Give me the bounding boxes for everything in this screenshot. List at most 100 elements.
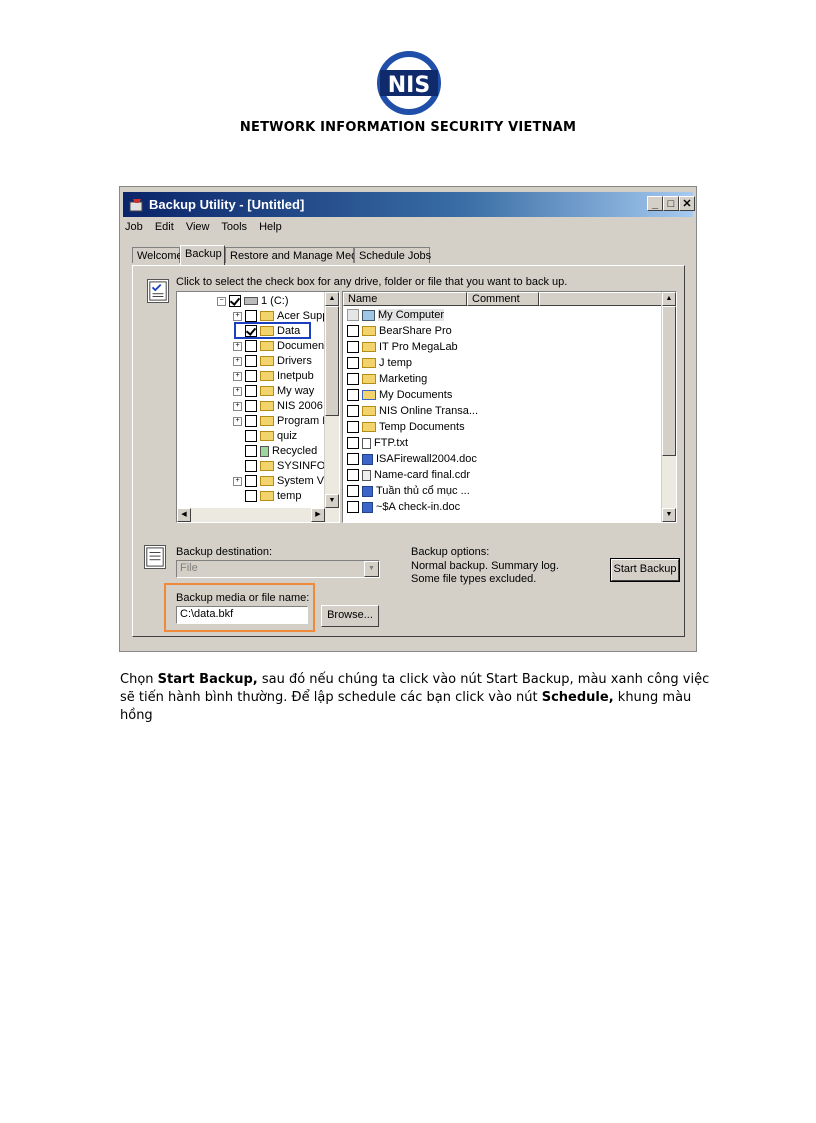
checkbox-icon[interactable] xyxy=(245,490,257,503)
browse-button[interactable]: Browse... xyxy=(321,605,379,627)
checkbox-icon[interactable] xyxy=(245,430,257,443)
expand-icon[interactable]: + xyxy=(233,356,242,366)
scroll-down-icon[interactable]: ▼ xyxy=(662,508,676,522)
list-item-label: J temp xyxy=(379,357,413,369)
expand-icon[interactable]: + xyxy=(233,371,242,381)
column-comment[interactable]: Comment xyxy=(467,292,539,306)
file-list[interactable]: Name Comment My Computer BearShare Pro I… xyxy=(342,291,677,523)
expand-icon[interactable]: + xyxy=(233,311,242,321)
backup-media-input[interactable]: C:\data.bkf xyxy=(176,606,308,624)
tree-item[interactable]: + Inetpub xyxy=(233,369,314,383)
title-bar: Backup Utility - [Untitled] _ □ ✕ xyxy=(123,192,695,217)
list-item[interactable]: IT Pro MegaLab xyxy=(347,340,458,354)
list-item[interactable]: Name-card final.cdr xyxy=(347,468,470,482)
tree-item[interactable]: +temp xyxy=(233,489,301,503)
tree-item[interactable]: + Drivers xyxy=(233,354,312,368)
scroll-up-icon[interactable]: ▲ xyxy=(662,292,676,306)
checkbox-icon[interactable] xyxy=(245,385,257,398)
collapse-icon[interactable]: − xyxy=(217,296,226,306)
menu-tools[interactable]: Tools xyxy=(221,221,247,233)
checkbox-icon[interactable] xyxy=(245,445,257,458)
checkbox-icon[interactable] xyxy=(245,475,257,488)
checkbox-icon[interactable] xyxy=(347,357,359,370)
close-button[interactable]: ✕ xyxy=(679,196,695,211)
expand-icon[interactable]: + xyxy=(233,386,242,396)
expand-icon[interactable]: + xyxy=(233,401,242,411)
scroll-thumb[interactable] xyxy=(325,306,339,416)
tree-item[interactable]: +quiz xyxy=(233,429,297,443)
expand-icon[interactable]: + xyxy=(233,476,242,486)
checkbox-icon[interactable] xyxy=(347,405,359,418)
tab-schedule-jobs[interactable]: Schedule Jobs xyxy=(354,247,431,263)
list-item[interactable]: Tuần thủ cổ mục ... xyxy=(347,484,470,498)
tree-vertical-scrollbar[interactable]: ▲ ▼ xyxy=(324,292,339,508)
checkbox-icon[interactable] xyxy=(347,485,359,498)
checkbox-icon[interactable] xyxy=(245,415,257,428)
list-item-my-computer[interactable]: My Computer xyxy=(347,308,445,322)
checkbox-icon[interactable] xyxy=(245,355,257,368)
checkbox-icon[interactable] xyxy=(245,340,257,353)
list-item[interactable]: Temp Documents xyxy=(347,420,465,434)
scroll-up-icon[interactable]: ▲ xyxy=(325,292,339,306)
list-item[interactable]: ~$A check-in.doc xyxy=(347,500,460,514)
folder-icon xyxy=(260,401,274,412)
checkbox-icon[interactable] xyxy=(347,309,359,322)
checkbox-icon[interactable] xyxy=(347,373,359,386)
scroll-left-icon[interactable]: ◀ xyxy=(177,508,191,522)
tree-item[interactable]: + My way xyxy=(233,384,314,398)
list-item[interactable]: BearShare Pro xyxy=(347,324,452,338)
caption-bold-start-backup: Start Backup, xyxy=(157,672,258,687)
checkbox-icon[interactable] xyxy=(347,389,359,402)
list-item-label: Temp Documents xyxy=(379,421,465,433)
dropdown-arrow-icon[interactable]: ▼ xyxy=(364,561,379,577)
checkbox-icon[interactable] xyxy=(347,501,359,514)
column-name[interactable]: Name xyxy=(343,292,467,306)
folder-tree[interactable]: −1 (C:) +Acer Supp +Data +Documen +Drive… xyxy=(176,291,340,523)
tree-root[interactable]: − 1 (C:) xyxy=(217,294,289,308)
checkbox-icon[interactable] xyxy=(245,370,257,383)
expand-icon[interactable]: + xyxy=(233,341,242,351)
checkbox-icon[interactable] xyxy=(347,469,359,482)
checkbox-icon[interactable] xyxy=(347,437,359,450)
scroll-right-icon[interactable]: ▶ xyxy=(311,508,325,522)
menu-help[interactable]: Help xyxy=(259,221,282,233)
minimize-button[interactable]: _ xyxy=(647,196,663,211)
tree-item[interactable]: + Program F xyxy=(233,414,329,428)
list-item-label: BearShare Pro xyxy=(379,325,452,337)
backup-destination-select[interactable]: File ▼ xyxy=(176,560,380,578)
expand-icon[interactable]: + xyxy=(233,416,242,426)
logo-text: NIS xyxy=(388,73,430,98)
tree-item[interactable]: +Recycled xyxy=(233,444,317,458)
tab-backup[interactable]: Backup xyxy=(180,245,225,265)
checkbox-icon[interactable] xyxy=(347,325,359,338)
tree-horizontal-scrollbar[interactable]: ◀ ▶ xyxy=(177,508,339,522)
checkbox-icon[interactable] xyxy=(245,460,257,473)
tree-item[interactable]: +SYSINFO xyxy=(233,459,325,473)
checkbox-icon[interactable] xyxy=(347,453,359,466)
menu-edit[interactable]: Edit xyxy=(155,221,174,233)
scroll-thumb[interactable] xyxy=(662,306,676,456)
list-item[interactable]: My Documents xyxy=(347,388,452,402)
tab-restore[interactable]: Restore and Manage Media xyxy=(225,247,366,263)
tree-item[interactable]: + NIS 2006 xyxy=(233,399,323,413)
checkbox-icon[interactable] xyxy=(229,295,241,308)
list-item[interactable]: J temp xyxy=(347,356,412,370)
checkbox-icon[interactable] xyxy=(347,421,359,434)
tree-item[interactable]: + Acer Supp xyxy=(233,309,328,323)
menu-view[interactable]: View xyxy=(186,221,210,233)
list-vertical-scrollbar[interactable]: ▲ ▼ xyxy=(661,292,676,522)
menu-job[interactable]: Job xyxy=(125,221,143,233)
list-item[interactable]: ISAFirewall2004.doc xyxy=(347,452,477,466)
list-item[interactable]: Marketing xyxy=(347,372,427,386)
checkbox-icon[interactable] xyxy=(347,341,359,354)
scroll-down-icon[interactable]: ▼ xyxy=(325,494,339,508)
list-item[interactable]: NIS Online Transa... xyxy=(347,404,478,418)
maximize-button[interactable]: □ xyxy=(663,196,679,211)
checkbox-icon[interactable] xyxy=(245,310,257,323)
tree-item[interactable]: + System Vo xyxy=(233,474,330,488)
tree-item[interactable]: + Documen xyxy=(233,339,324,353)
checkbox-icon[interactable] xyxy=(245,400,257,413)
tab-welcome[interactable]: Welcome xyxy=(132,247,183,263)
list-item[interactable]: FTP.txt xyxy=(347,436,408,450)
start-backup-button[interactable]: Start Backup xyxy=(610,558,680,582)
